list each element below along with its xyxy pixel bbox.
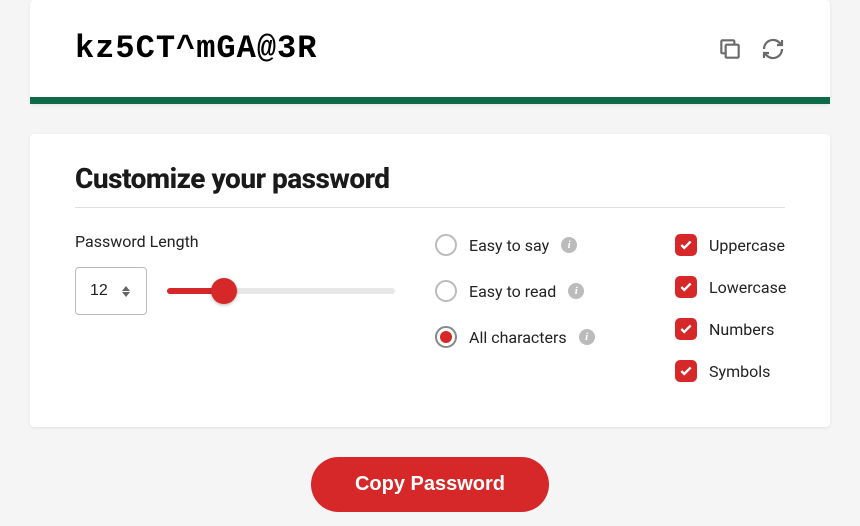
- checkbox-uppercase[interactable]: [675, 234, 697, 256]
- radio-label: All characters: [469, 328, 567, 347]
- check-label: Lowercase: [709, 278, 786, 297]
- radio-easy-to-read[interactable]: [435, 280, 457, 302]
- length-stepper: [122, 286, 130, 297]
- radio-all-characters[interactable]: [435, 326, 457, 348]
- customize-title: Customize your password: [75, 162, 785, 208]
- checkbox-symbols[interactable]: [675, 360, 697, 382]
- character-checkboxes: Uppercase Lowercase Numbers: [675, 232, 786, 382]
- radio-easy-to-say[interactable]: [435, 234, 457, 256]
- radio-label: Easy to read: [469, 282, 556, 301]
- checkbox-numbers[interactable]: [675, 318, 697, 340]
- password-actions: [717, 36, 785, 62]
- password-display-card: kz5CT^mGA@3R: [30, 0, 830, 104]
- info-icon[interactable]: i: [561, 237, 577, 253]
- length-label: Password Length: [75, 232, 395, 251]
- info-icon[interactable]: i: [568, 283, 584, 299]
- copy-icon[interactable]: [717, 36, 743, 62]
- length-input[interactable]: [90, 282, 116, 300]
- info-icon[interactable]: i: [579, 329, 595, 345]
- character-type-radios: Easy to say i Easy to read i All charact…: [435, 232, 635, 382]
- check-label: Symbols: [709, 362, 770, 381]
- length-slider[interactable]: [167, 281, 395, 301]
- copy-password-button[interactable]: Copy Password: [311, 457, 549, 512]
- strength-bar: [30, 97, 830, 104]
- check-label: Uppercase: [709, 236, 785, 255]
- checkbox-lowercase[interactable]: [675, 276, 697, 298]
- customize-card: Customize your password Password Length: [30, 134, 830, 427]
- regenerate-icon[interactable]: [761, 37, 785, 61]
- slider-thumb[interactable]: [211, 278, 237, 304]
- chevron-up-icon[interactable]: [122, 286, 130, 291]
- chevron-down-icon[interactable]: [122, 292, 130, 297]
- check-label: Numbers: [709, 320, 774, 339]
- length-input-wrap: [75, 267, 147, 315]
- radio-label: Easy to say: [469, 236, 549, 255]
- generated-password: kz5CT^mGA@3R: [75, 30, 317, 67]
- length-column: Password Length: [75, 232, 395, 382]
